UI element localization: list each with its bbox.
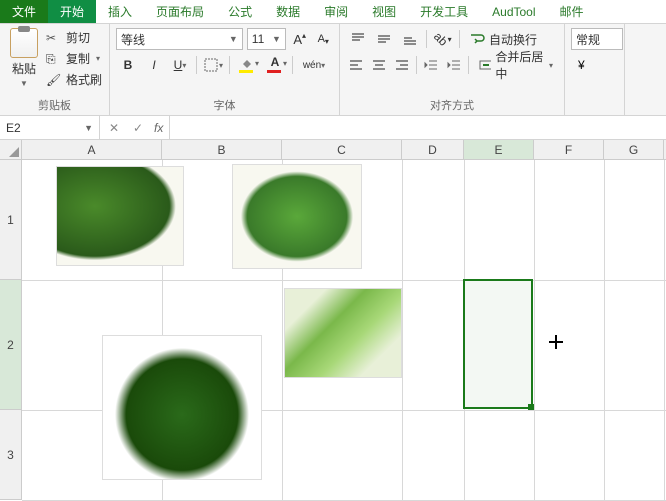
- embedded-image-peppers[interactable]: [56, 166, 184, 266]
- paste-icon: [10, 28, 38, 58]
- group-title-alignment: 对齐方式: [346, 92, 558, 113]
- align-bottom-button[interactable]: [398, 28, 422, 50]
- tab-file[interactable]: 文件: [0, 0, 48, 23]
- column-header-D[interactable]: D: [402, 140, 464, 159]
- paste-label: 粘贴: [12, 60, 36, 77]
- font-size-combo[interactable]: 11▼: [247, 28, 286, 50]
- row-header-3[interactable]: 3: [0, 410, 22, 500]
- align-center-icon: [371, 57, 387, 73]
- fx-icon[interactable]: fx: [154, 121, 163, 135]
- fill-color-button[interactable]: ▾: [234, 54, 260, 76]
- tab-mail[interactable]: 邮件: [548, 0, 596, 23]
- row-header-2[interactable]: 2: [0, 280, 22, 410]
- embedded-image-herbs[interactable]: [102, 335, 262, 480]
- font-family-combo[interactable]: 等线▼: [116, 28, 243, 50]
- embedded-image-greens[interactable]: [232, 164, 362, 269]
- tab-data[interactable]: 数据: [264, 0, 312, 23]
- merge-icon: [478, 57, 491, 73]
- group-title-clipboard: 剪贴板: [6, 92, 103, 113]
- border-button[interactable]: ▾: [201, 54, 225, 76]
- column-header-C[interactable]: C: [282, 140, 402, 159]
- wrap-text-button[interactable]: 自动换行: [464, 28, 542, 50]
- tab-view[interactable]: 视图: [360, 0, 408, 23]
- tab-home[interactable]: 开始: [48, 0, 96, 23]
- indent-icon: [446, 57, 462, 73]
- group-font: 等线▼ 11▼ A▴ A▾ B I U▾ ▾ ▾ A▾ wén▾ 字体: [110, 24, 340, 115]
- number-format-combo[interactable]: 常规: [571, 28, 623, 50]
- align-middle-button[interactable]: [372, 28, 396, 50]
- grid-area[interactable]: 123: [0, 160, 666, 500]
- row-header-1[interactable]: 1: [0, 160, 22, 280]
- italic-button[interactable]: I: [142, 54, 166, 76]
- column-headers: ABCDEFG: [0, 140, 666, 160]
- tab-review[interactable]: 审阅: [312, 0, 360, 23]
- bucket-icon: [239, 55, 255, 71]
- column-header-F[interactable]: F: [534, 140, 604, 159]
- decrease-indent-button[interactable]: [421, 54, 442, 76]
- decrease-font-button[interactable]: A▾: [313, 28, 333, 50]
- align-left-icon: [348, 57, 364, 73]
- select-all-corner[interactable]: [0, 140, 22, 159]
- phonetic-button[interactable]: wén▾: [297, 54, 331, 76]
- cell-cursor-icon: [549, 335, 563, 349]
- ribbon-tabs: 文件 开始 插入 页面布局 公式 数据 审阅 视图 开发工具 AudTool 邮…: [0, 0, 666, 24]
- paste-button[interactable]: 粘贴 ▼: [6, 28, 42, 89]
- copy-button[interactable]: ⎘复制▾: [46, 49, 102, 68]
- wrap-icon: [469, 31, 485, 47]
- group-clipboard: 粘贴 ▼ ✂剪切 ⎘复制▾ 🖌格式刷 剪贴板: [0, 24, 110, 115]
- scissors-icon: ✂: [46, 31, 62, 45]
- align-bottom-icon: [402, 31, 418, 47]
- worksheet: ABCDEFG 123: [0, 140, 666, 500]
- currency-button[interactable]: ¥: [571, 54, 595, 76]
- align-right-button[interactable]: [391, 54, 412, 76]
- ribbon: 粘贴 ▼ ✂剪切 ⎘复制▾ 🖌格式刷 剪贴板 等线▼ 11▼ A▴ A▾ B I…: [0, 24, 666, 116]
- currency-icon: ¥: [575, 57, 591, 73]
- align-top-icon: [350, 31, 366, 47]
- group-alignment: ab▾ 自动换行 合并后居中▾ 对齐方式: [340, 24, 565, 115]
- embedded-image-cucumber[interactable]: [284, 288, 402, 378]
- formula-bar: E2▼ ✕ ✓ fx: [0, 116, 666, 140]
- column-header-G[interactable]: G: [604, 140, 664, 159]
- chevron-down-icon: ▼: [20, 79, 28, 88]
- group-title-font: 字体: [116, 92, 333, 113]
- align-left-button[interactable]: [346, 54, 367, 76]
- orientation-button[interactable]: ab▾: [431, 28, 455, 50]
- font-color-button[interactable]: A▾: [262, 54, 288, 76]
- align-center-button[interactable]: [369, 54, 390, 76]
- merge-center-button[interactable]: 合并后居中▾: [473, 54, 558, 76]
- tab-audtool[interactable]: AudTool: [480, 0, 547, 23]
- confirm-formula-button[interactable]: ✓: [130, 121, 146, 135]
- name-box[interactable]: E2▼: [0, 116, 100, 139]
- cell-selection: [463, 279, 533, 409]
- column-header-B[interactable]: B: [162, 140, 282, 159]
- tab-developer[interactable]: 开发工具: [408, 0, 480, 23]
- bold-button[interactable]: B: [116, 54, 140, 76]
- tab-insert[interactable]: 插入: [96, 0, 144, 23]
- cancel-formula-button[interactable]: ✕: [106, 121, 122, 135]
- increase-font-button[interactable]: A▴: [290, 28, 310, 50]
- align-right-icon: [394, 57, 410, 73]
- brush-icon: 🖌: [46, 73, 62, 87]
- svg-text:¥: ¥: [577, 58, 585, 72]
- outdent-icon: [423, 57, 439, 73]
- cut-button[interactable]: ✂剪切: [46, 28, 102, 47]
- column-header-A[interactable]: A: [22, 140, 162, 159]
- border-icon: [203, 57, 219, 73]
- align-top-button[interactable]: [346, 28, 370, 50]
- copy-icon: ⎘: [46, 52, 62, 66]
- format-painter-button[interactable]: 🖌格式刷: [46, 70, 102, 89]
- underline-button[interactable]: U▾: [168, 54, 192, 76]
- align-middle-icon: [376, 31, 392, 47]
- tab-page-layout[interactable]: 页面布局: [144, 0, 216, 23]
- group-number: 常规 ¥: [565, 24, 625, 115]
- increase-indent-button[interactable]: [444, 54, 465, 76]
- column-header-E[interactable]: E: [464, 140, 534, 159]
- tab-formula[interactable]: 公式: [216, 0, 264, 23]
